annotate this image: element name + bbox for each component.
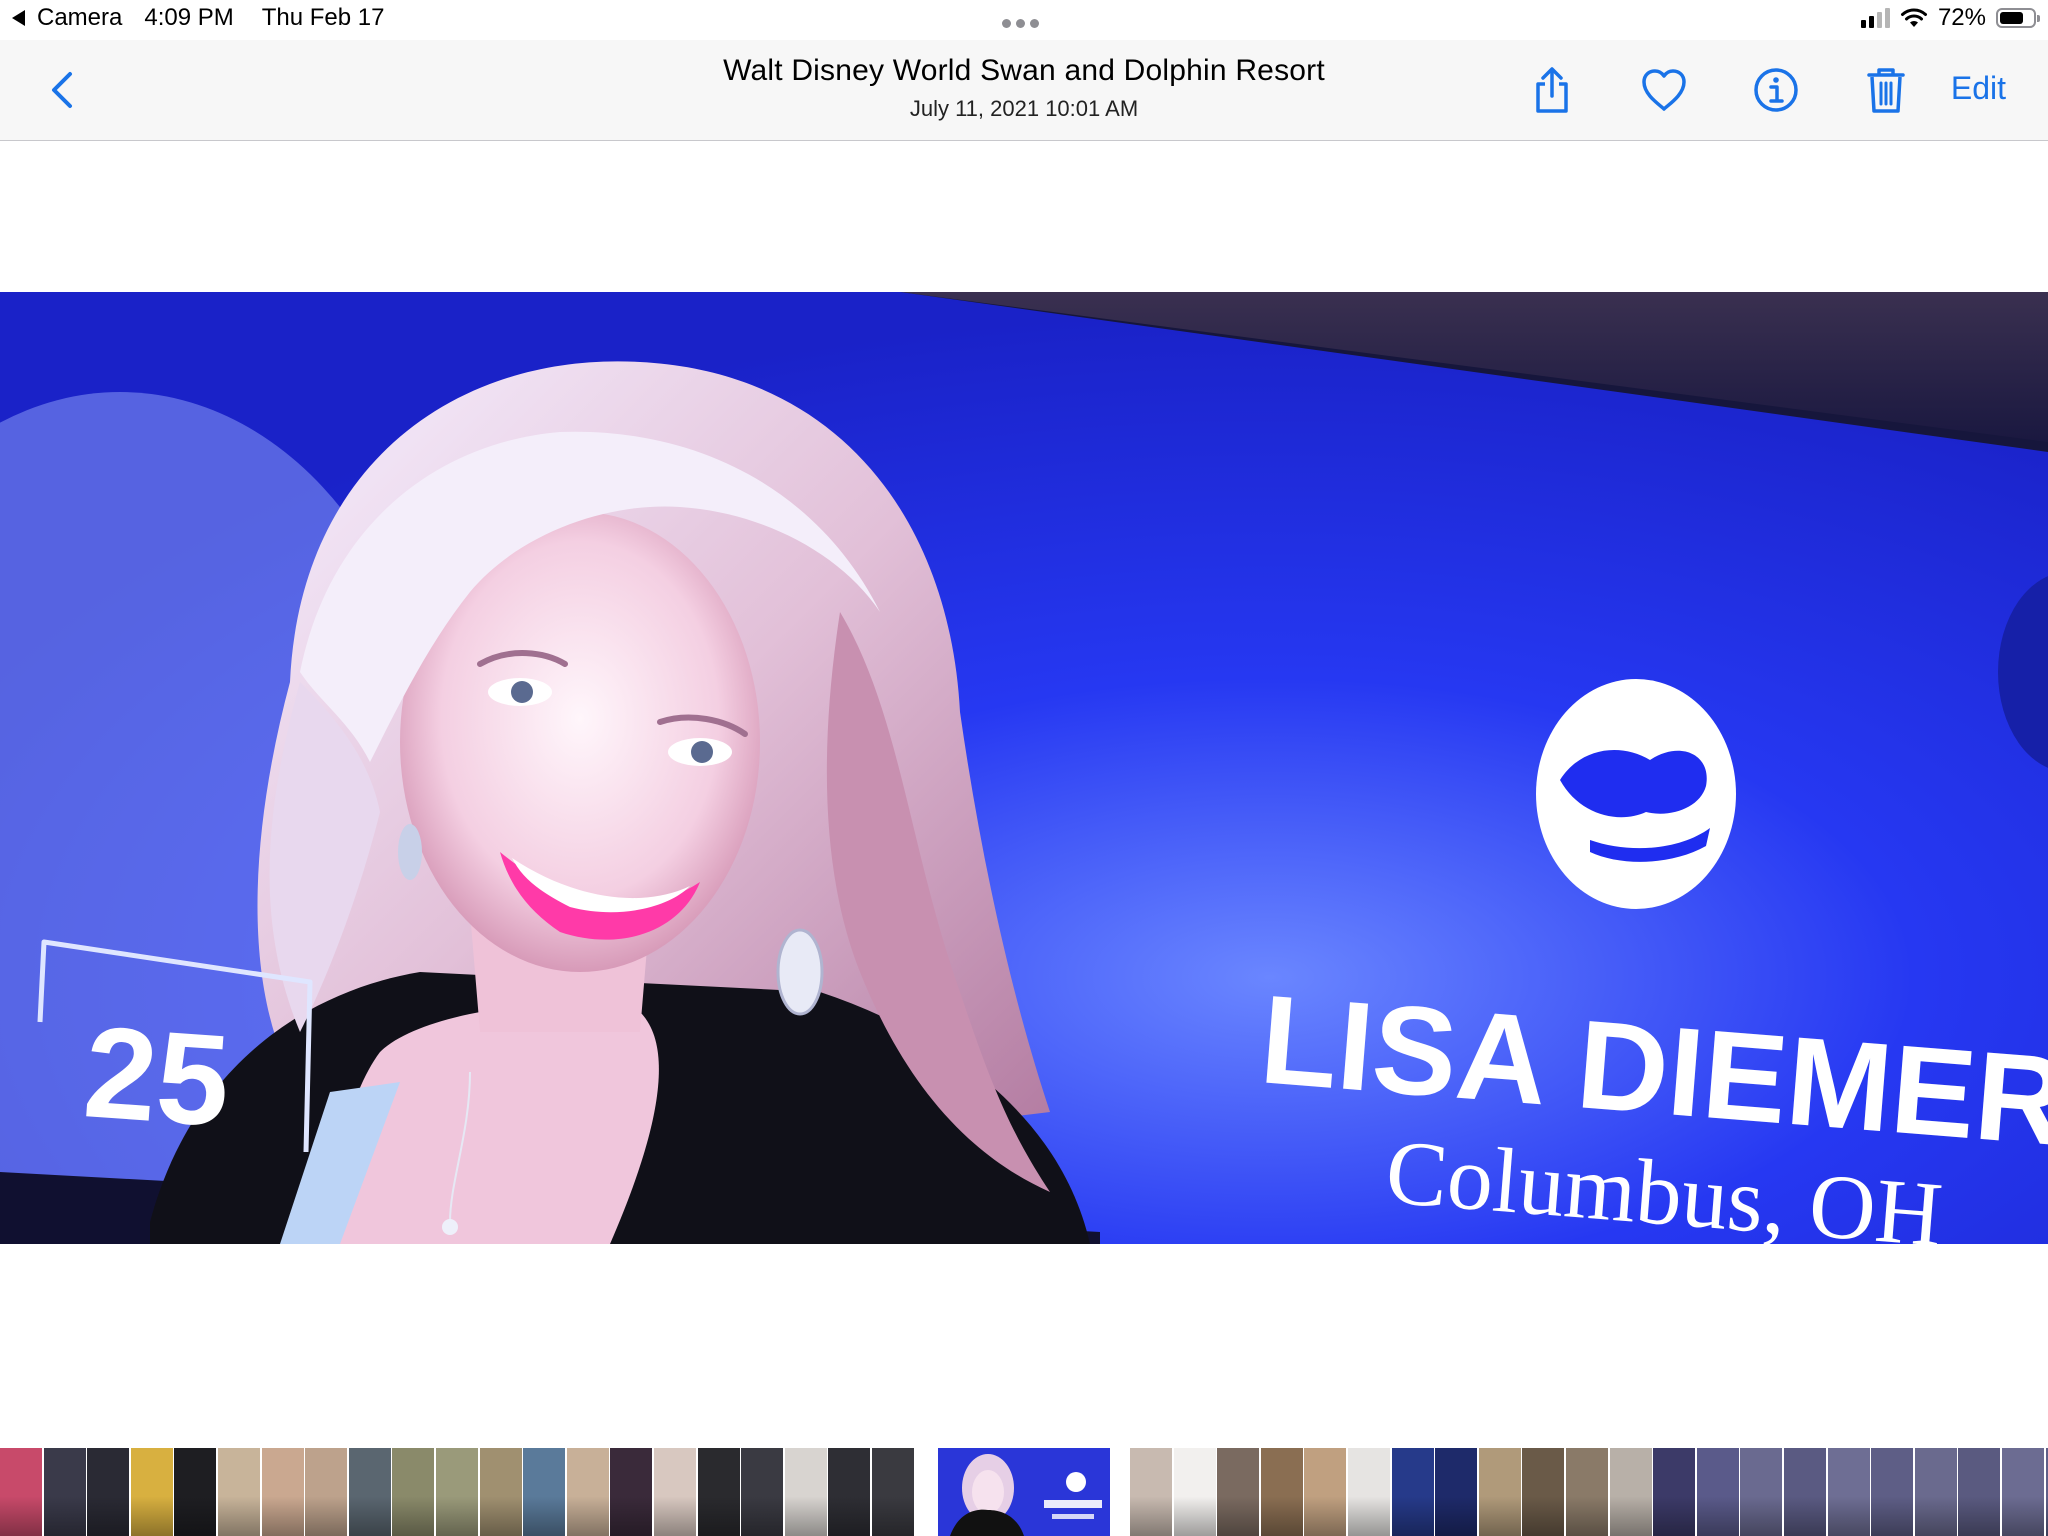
share-icon[interactable] [1526, 64, 1578, 116]
photo-datetime: July 11, 2021 10:01 AM [909, 96, 1139, 121]
status-bar: Camera 4:09 PM Thu Feb 17 72% [0, 0, 2048, 40]
photo-image: 25 LISA DIEMER Columbus, OH [0, 292, 2048, 1244]
status-time: 4:09 PM [144, 4, 234, 31]
filmstrip-thumbnail[interactable] [1478, 1448, 1521, 1536]
back-to-app-label[interactable]: Camera [37, 4, 122, 32]
filmstrip-thumbnail[interactable] [1260, 1448, 1303, 1536]
cellular-signal-icon [1860, 8, 1890, 28]
filmstrip-thumbnail[interactable] [523, 1448, 566, 1536]
info-icon[interactable] [1750, 64, 1802, 116]
filmstrip-thumbnail[interactable] [1522, 1448, 1565, 1536]
filmstrip-thumbnail[interactable] [479, 1448, 522, 1536]
main-photo[interactable]: 25 LISA DIEMER Columbus, OH [0, 292, 2048, 1244]
photo-filmstrip[interactable] [0, 1448, 2048, 1536]
filmstrip-thumbnail[interactable] [741, 1448, 784, 1536]
battery-percent: 72% [1937, 4, 1986, 31]
filmstrip-thumbnail[interactable] [305, 1448, 348, 1536]
filmstrip-thumbnail[interactable] [828, 1448, 871, 1536]
filmstrip-thumbnail[interactable] [43, 1448, 86, 1536]
navigation-bar: Walt Disney World Swan and Dolphin Resor… [0, 40, 2048, 141]
back-to-app-icon[interactable] [12, 10, 25, 26]
filmstrip-thumbnail[interactable] [218, 1448, 260, 1536]
filmstrip-thumbnail[interactable] [1435, 1448, 1478, 1536]
wifi-icon [1900, 8, 1927, 27]
filmstrip-thumbnail[interactable] [1784, 1448, 1826, 1536]
filmstrip-thumbnail[interactable] [87, 1448, 130, 1536]
filmstrip-thumbnail[interactable] [130, 1448, 173, 1536]
filmstrip-thumbnail[interactable] [1566, 1448, 1608, 1536]
filmstrip-thumbnail[interactable] [0, 1448, 42, 1536]
status-left: Camera 4:09 PM Thu Feb 17 [12, 4, 385, 32]
filmstrip-thumbnail[interactable] [610, 1448, 653, 1536]
photo-viewer-page: Camera 4:09 PM Thu Feb 17 72% Walt Disne… [0, 0, 2048, 1536]
filmstrip-thumbnail[interactable] [1653, 1448, 1696, 1536]
filmstrip-thumbnail[interactable] [436, 1448, 478, 1536]
battery-fill [2000, 12, 2023, 24]
nav-title-block: Walt Disney World Swan and Dolphin Resor… [0, 54, 2048, 122]
filmstrip-thumbnail[interactable] [654, 1448, 696, 1536]
filmstrip-thumbnail[interactable] [261, 1448, 304, 1536]
filmstrip-thumbnail[interactable] [1696, 1448, 1739, 1536]
filmstrip-thumbnail[interactable] [1740, 1448, 1783, 1536]
filmstrip-thumbnail[interactable] [1391, 1448, 1434, 1536]
filmstrip-thumbnail[interactable] [1827, 1448, 1870, 1536]
filmstrip-thumbnail[interactable] [784, 1448, 827, 1536]
filmstrip-thumbnail[interactable] [1130, 1448, 1172, 1536]
filmstrip-current-thumbnail[interactable] [938, 1448, 1110, 1536]
back-chevron-icon[interactable] [46, 68, 80, 112]
filmstrip-thumbnail[interactable] [2002, 1448, 2044, 1536]
filmstrip-thumbnail[interactable] [872, 1448, 914, 1536]
filmstrip-thumbnail[interactable] [1173, 1448, 1216, 1536]
filmstrip-thumbnail[interactable] [1609, 1448, 1652, 1536]
trash-icon[interactable] [1860, 64, 1912, 116]
filmstrip-thumbnail[interactable] [392, 1448, 435, 1536]
filmstrip-thumbnail[interactable] [1958, 1448, 2001, 1536]
heart-icon[interactable] [1638, 64, 1690, 116]
photo-area[interactable]: 25 LISA DIEMER Columbus, OH [0, 141, 2048, 1441]
filmstrip-thumbnail[interactable] [1304, 1448, 1347, 1536]
filmstrip-thumbnail[interactable] [697, 1448, 740, 1536]
filmstrip-thumbnail[interactable] [174, 1448, 217, 1536]
status-date: Thu Feb 17 [261, 4, 385, 31]
edit-button[interactable]: Edit [1951, 70, 2006, 107]
filmstrip-thumbnail[interactable] [348, 1448, 391, 1536]
multitasking-menu-icon[interactable] [1002, 19, 1039, 28]
filmstrip-thumbnail[interactable] [566, 1448, 609, 1536]
filmstrip-thumbnail[interactable] [1348, 1448, 1390, 1536]
battery-icon [1996, 8, 2040, 28]
filmstrip-thumbnail[interactable] [1914, 1448, 1957, 1536]
badge-number: 25 [80, 998, 234, 1154]
status-right: 72% [1860, 4, 2040, 32]
filmstrip-thumbnail[interactable] [1871, 1448, 1914, 1536]
filmstrip-thumbnail[interactable] [1217, 1448, 1260, 1536]
location-title: Walt Disney World Swan and Dolphin Resor… [723, 54, 1325, 87]
